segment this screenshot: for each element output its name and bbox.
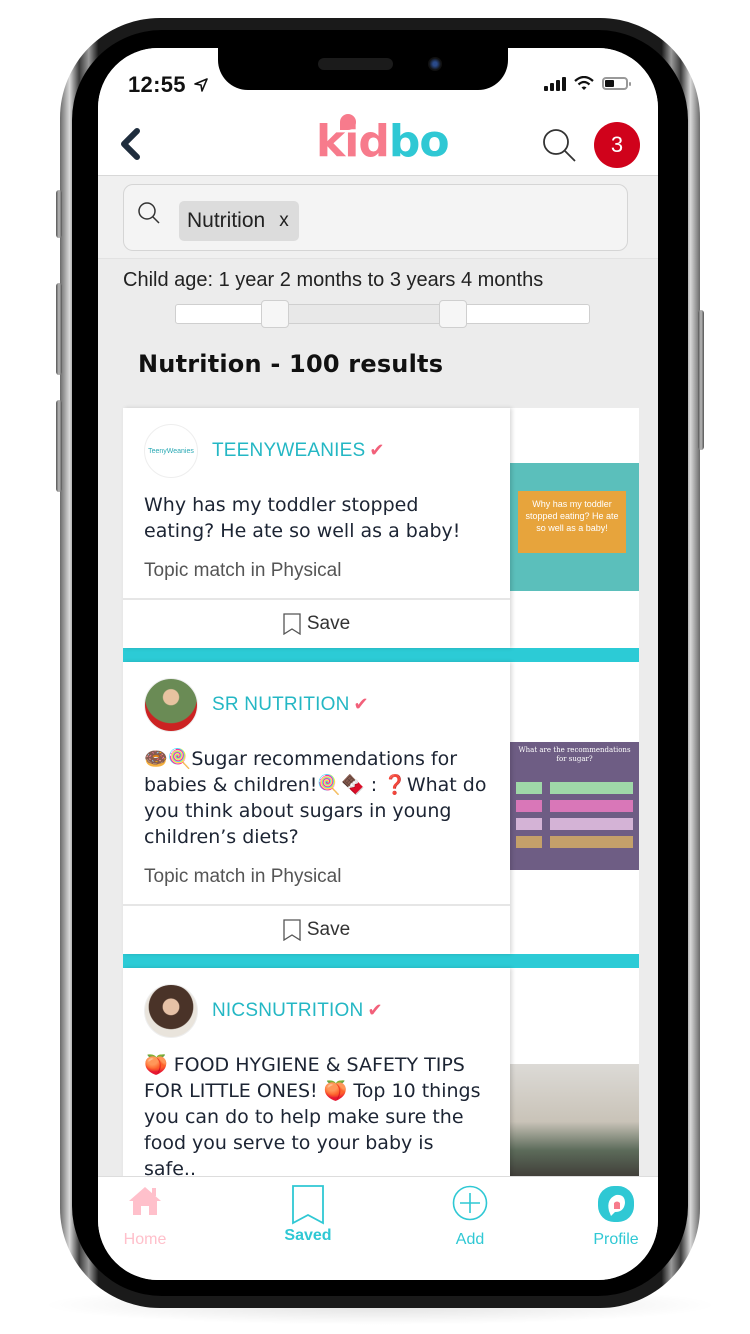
nav-add[interactable]: Add bbox=[420, 1185, 520, 1249]
card-header: TeenyWeanies TEENYWEANIES ✔ bbox=[144, 424, 490, 478]
location-arrow-icon bbox=[194, 78, 209, 92]
save-button[interactable]: Save bbox=[123, 904, 510, 954]
avatar[interactable] bbox=[144, 678, 198, 732]
notch bbox=[218, 48, 508, 90]
age-range-slider[interactable] bbox=[175, 300, 590, 328]
chip-label: Nutrition bbox=[187, 209, 266, 232]
topic-match: Topic match in Physical bbox=[144, 866, 342, 887]
results-title: Nutrition - 100 results bbox=[138, 350, 444, 378]
nav-label: Add bbox=[455, 1231, 485, 1248]
nav-label: Saved bbox=[284, 1227, 332, 1244]
card-content: SR NUTRITION ✔ 🍩🍭Sugar recommendations fo… bbox=[123, 662, 510, 954]
card-content: TeenyWeanies TEENYWEANIES ✔ Why has my to… bbox=[123, 408, 510, 648]
search-icon bbox=[138, 202, 160, 224]
card-content: NICSNUTRITION ✔ 🍑 FOOD HYGIENE & SAFETY T… bbox=[123, 968, 510, 1208]
status-time: 12:55 bbox=[128, 72, 209, 98]
result-card[interactable]: SR NUTRITION ✔ 🍩🍭Sugar recommendations fo… bbox=[123, 662, 639, 968]
nav-profile[interactable]: Profile bbox=[566, 1185, 658, 1249]
author-name[interactable]: TEENYWEANIES bbox=[212, 440, 365, 461]
logo-text-bo: bo bbox=[388, 116, 450, 167]
time-text: 12:55 bbox=[128, 72, 186, 97]
card-thumbnail-area bbox=[510, 968, 639, 1208]
post-title[interactable]: 🍩🍭Sugar recommendations for babies & chi… bbox=[144, 746, 490, 850]
cellular-signal-icon bbox=[544, 76, 566, 91]
search-icon bbox=[543, 129, 576, 162]
nav-label: Home bbox=[123, 1231, 167, 1248]
chevron-left-icon bbox=[121, 128, 140, 160]
save-button[interactable]: Save bbox=[123, 598, 510, 648]
app-header: kidbo 3 bbox=[98, 114, 658, 176]
verified-check-icon: ✔ bbox=[367, 1000, 383, 1020]
avatar[interactable] bbox=[144, 984, 198, 1038]
topic-match: Topic match in Physical bbox=[144, 560, 342, 581]
verified-check-icon: ✔ bbox=[353, 694, 369, 714]
save-label: Save bbox=[306, 613, 351, 634]
search-input[interactable]: Nutrition x bbox=[123, 184, 628, 251]
card-header: SR NUTRITION ✔ bbox=[144, 678, 490, 732]
kidbo-logo: kidbo bbox=[316, 114, 450, 167]
status-icons bbox=[544, 76, 631, 91]
plus-circle-icon bbox=[452, 1185, 488, 1221]
avatar[interactable]: TeenyWeanies bbox=[144, 424, 198, 478]
mute-switch bbox=[56, 190, 62, 238]
post-title[interactable]: Why has my toddler stopped eating? He at… bbox=[144, 492, 490, 544]
slider-selected-range bbox=[275, 305, 453, 323]
post-title[interactable]: 🍑 FOOD HYGIENE & SAFETY TIPS FOR LITTLE … bbox=[144, 1052, 490, 1182]
bottom-nav: Home Saved Add Profile bbox=[98, 1176, 658, 1280]
profile-logo-icon bbox=[598, 1186, 634, 1222]
battery-icon bbox=[602, 77, 631, 90]
bookmark-icon bbox=[283, 919, 301, 941]
card-thumbnail-area: Why has my toddler stopped eating? He at… bbox=[510, 408, 639, 648]
avatar-logo-text: TeenyWeanies bbox=[148, 447, 194, 455]
post-thumbnail[interactable]: What are the recommendations for sugar? bbox=[510, 742, 639, 870]
thumbnail-table bbox=[516, 782, 633, 848]
result-card[interactable]: TeenyWeanies TEENYWEANIES ✔ Why has my to… bbox=[123, 408, 639, 662]
slider-handle-min[interactable] bbox=[261, 300, 290, 328]
author-name[interactable]: NICSNUTRITION bbox=[212, 1000, 363, 1021]
volume-down-button bbox=[56, 400, 62, 492]
nav-saved[interactable]: Saved bbox=[258, 1185, 358, 1245]
result-card[interactable]: NICSNUTRITION ✔ 🍑 FOOD HYGIENE & SAFETY T… bbox=[123, 968, 639, 1208]
header-search-button[interactable] bbox=[540, 126, 578, 169]
results-feed: TeenyWeanies TEENYWEANIES ✔ Why has my to… bbox=[123, 408, 639, 1208]
bookmark-icon bbox=[283, 613, 301, 635]
author-name[interactable]: SR NUTRITION bbox=[212, 694, 350, 715]
post-thumbnail[interactable]: Why has my toddler stopped eating? He at… bbox=[510, 463, 639, 591]
thumbnail-title: What are the recommendations for sugar? bbox=[518, 746, 631, 763]
front-camera bbox=[428, 57, 442, 71]
home-icon bbox=[129, 1187, 161, 1215]
verified-check-icon: ✔ bbox=[369, 440, 385, 460]
wifi-icon bbox=[574, 76, 594, 90]
filter-chip-nutrition[interactable]: Nutrition x bbox=[179, 201, 299, 241]
save-label: Save bbox=[306, 919, 351, 940]
volume-up-button bbox=[56, 283, 62, 375]
logo-bird-icon bbox=[340, 114, 356, 130]
bookmark-icon bbox=[292, 1185, 324, 1225]
speaker bbox=[318, 58, 393, 70]
slider-handle-max[interactable] bbox=[438, 300, 467, 328]
card-thumbnail-area: What are the recommendations for sugar? bbox=[510, 662, 639, 954]
search-area: Nutrition x bbox=[98, 176, 658, 259]
screen: 12:55 kidbo 3 Nutrition x Child age: 1 y… bbox=[98, 48, 658, 1280]
thumbnail-caption: Why has my toddler stopped eating? He at… bbox=[518, 491, 626, 553]
power-button bbox=[698, 310, 704, 450]
nav-home[interactable]: Home bbox=[98, 1185, 195, 1249]
notification-count: 3 bbox=[610, 132, 624, 157]
notification-badge[interactable]: 3 bbox=[594, 122, 640, 168]
back-button[interactable] bbox=[114, 124, 146, 164]
age-range-label: Child age: 1 year 2 months to 3 years 4 … bbox=[123, 269, 544, 291]
card-header: NICSNUTRITION ✔ bbox=[144, 984, 490, 1038]
chip-remove-button[interactable]: x bbox=[279, 210, 289, 232]
nav-label: Profile bbox=[593, 1231, 639, 1248]
